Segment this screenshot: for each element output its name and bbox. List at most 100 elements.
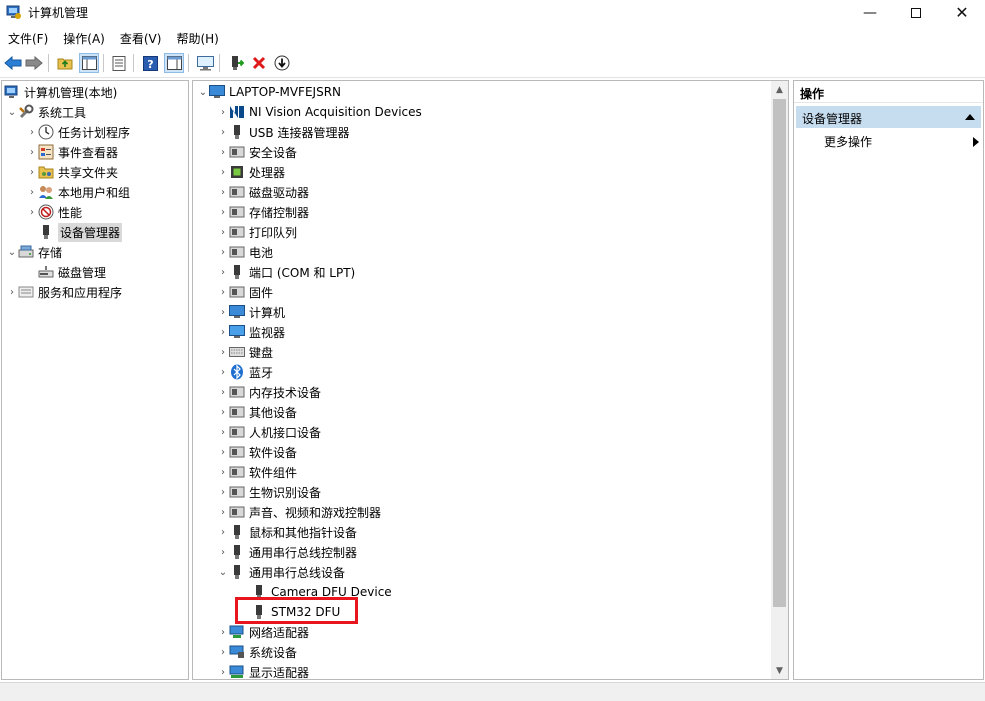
chevron-right-icon[interactable]: › [26,142,38,162]
device-category[interactable]: › 通用串行总线控制器 [217,542,357,562]
actions-section-device-manager[interactable]: 设备管理器 [796,106,981,128]
chevron-right-icon[interactable]: › [217,242,229,262]
chevron-right-icon[interactable]: › [26,122,38,142]
tree-local-users[interactable]: › 本地用户和组 [26,182,130,202]
monitor-button[interactable] [195,53,215,73]
chevron-down-icon[interactable]: ⌄ [197,82,209,102]
device-category[interactable]: › 安全设备 [217,142,297,162]
forward-button[interactable] [24,53,44,73]
vertical-scrollbar[interactable]: ▲ ▼ [771,81,788,679]
device-category[interactable]: › 处理器 [217,162,285,182]
device-category[interactable]: › 显示适配器 [217,662,309,679]
chevron-right-icon[interactable]: › [217,662,229,679]
chevron-right-icon[interactable]: › [217,362,229,382]
chevron-right-icon[interactable]: › [217,622,229,642]
tree-shared-folders[interactable]: › 共享文件夹 [26,162,118,182]
device-category[interactable]: › 其他设备 [217,402,297,422]
chevron-right-icon[interactable]: › [217,142,229,162]
tree-event-viewer[interactable]: › 事件查看器 [26,142,118,162]
device-category[interactable]: › 人机接口设备 [217,422,321,442]
chevron-right-icon[interactable]: › [217,162,229,182]
device-category[interactable]: › 鼠标和其他指针设备 [217,522,357,542]
chevron-down-icon[interactable]: ⌄ [6,102,18,122]
chevron-down-icon[interactable]: ⌄ [217,562,229,582]
device-category[interactable]: › 内存技术设备 [217,382,321,402]
chevron-right-icon[interactable]: › [217,342,229,362]
collapse-up-icon[interactable] [965,114,975,120]
device-category[interactable]: › 网络适配器 [217,622,309,642]
device-category[interactable]: › 系统设备 [217,642,297,662]
chevron-right-icon[interactable]: › [217,642,229,662]
chevron-right-icon[interactable]: › [217,502,229,522]
device-category[interactable]: › 蓝牙 [217,362,273,382]
chevron-right-icon[interactable]: › [217,542,229,562]
up-button[interactable] [55,53,75,73]
scan-hardware-button[interactable] [272,53,292,73]
tree-storage[interactable]: ⌄ 存储 [6,242,62,262]
more-actions[interactable]: 更多操作 [824,133,979,153]
tree-disk-management[interactable]: 磁盘管理 [38,262,106,282]
device-category[interactable]: › NI Vision Acquisition Devices [217,102,422,122]
chevron-right-icon[interactable]: › [217,182,229,202]
close-button[interactable]: ✕ [939,0,985,25]
uninstall-device-button[interactable] [249,53,269,73]
device-category[interactable]: › 软件组件 [217,462,297,482]
device-category[interactable]: › 键盘 [217,342,273,362]
minimize-button[interactable]: — [847,0,893,25]
back-button[interactable] [3,53,23,73]
device-category[interactable]: › 软件设备 [217,442,297,462]
chevron-right-icon[interactable]: › [217,102,229,122]
device-category[interactable]: › 生物识别设备 [217,482,321,502]
chevron-right-icon[interactable]: › [217,262,229,282]
help-button[interactable]: ? [140,53,160,73]
chevron-right-icon[interactable]: › [26,182,38,202]
tree-task-scheduler[interactable]: › 任务计划程序 [26,122,130,142]
chevron-right-icon[interactable]: › [26,202,38,222]
scroll-down-arrow-icon[interactable]: ▼ [771,662,788,679]
chevron-right-icon[interactable]: › [217,422,229,442]
tree-performance[interactable]: › 性能 [26,202,82,222]
chevron-right-icon[interactable]: › [217,202,229,222]
chevron-right-icon[interactable]: › [6,282,18,302]
chevron-right-icon[interactable]: › [217,282,229,302]
maximize-button[interactable] [893,0,939,25]
device-category[interactable]: › 固件 [217,282,273,302]
device-category[interactable]: › 电池 [217,242,273,262]
device-category[interactable]: › 打印队列 [217,222,297,242]
chevron-right-icon[interactable]: › [217,402,229,422]
device-tree-root[interactable]: ⌄ LAPTOP-MVFEJSRN [197,82,341,102]
scrollbar-thumb[interactable] [773,99,786,607]
menu-action[interactable]: 操作(A) [55,27,112,49]
device-category[interactable]: › 声音、视频和游戏控制器 [217,502,381,522]
tree-services-apps[interactable]: › 服务和应用程序 [6,282,122,302]
chevron-right-icon[interactable]: › [217,462,229,482]
menu-view[interactable]: 查看(V) [112,27,169,49]
device-category[interactable]: › 磁盘驱动器 [217,182,309,202]
show-action-pane-button[interactable] [164,53,184,73]
menu-help[interactable]: 帮助(H) [168,27,225,49]
chevron-right-icon[interactable]: › [217,222,229,242]
tree-device-manager[interactable]: 设备管理器 [38,222,123,242]
chevron-right-icon[interactable]: › [217,522,229,542]
chevron-right-icon[interactable]: › [217,382,229,402]
scroll-up-arrow-icon[interactable]: ▲ [771,81,788,98]
device-category[interactable]: ⌄ 通用串行总线设备 [217,562,345,582]
properties-button[interactable] [109,53,129,73]
update-driver-button[interactable] [226,53,246,73]
device-category[interactable]: › USB 连接器管理器 [217,122,349,142]
device-category[interactable]: › 计算机 [217,302,285,322]
device-category[interactable]: › 监视器 [217,322,285,342]
chevron-right-icon[interactable]: › [217,322,229,342]
chevron-right-icon[interactable]: › [217,482,229,502]
menu-file[interactable]: 文件(F) [0,27,55,49]
chevron-right-icon[interactable]: › [217,442,229,462]
chevron-right-icon[interactable]: › [217,122,229,142]
tree-system-tools[interactable]: ⌄ 系统工具 [6,102,86,122]
device-category[interactable]: › 端口 (COM 和 LPT) [217,262,355,282]
chevron-down-icon[interactable]: ⌄ [6,242,18,262]
chevron-right-icon[interactable]: › [26,162,38,182]
show-hide-tree-button[interactable] [79,53,99,73]
device-category[interactable]: › 存储控制器 [217,202,309,222]
chevron-right-icon[interactable]: › [217,302,229,322]
tree-root[interactable]: 计算机管理(本地) [4,82,117,102]
